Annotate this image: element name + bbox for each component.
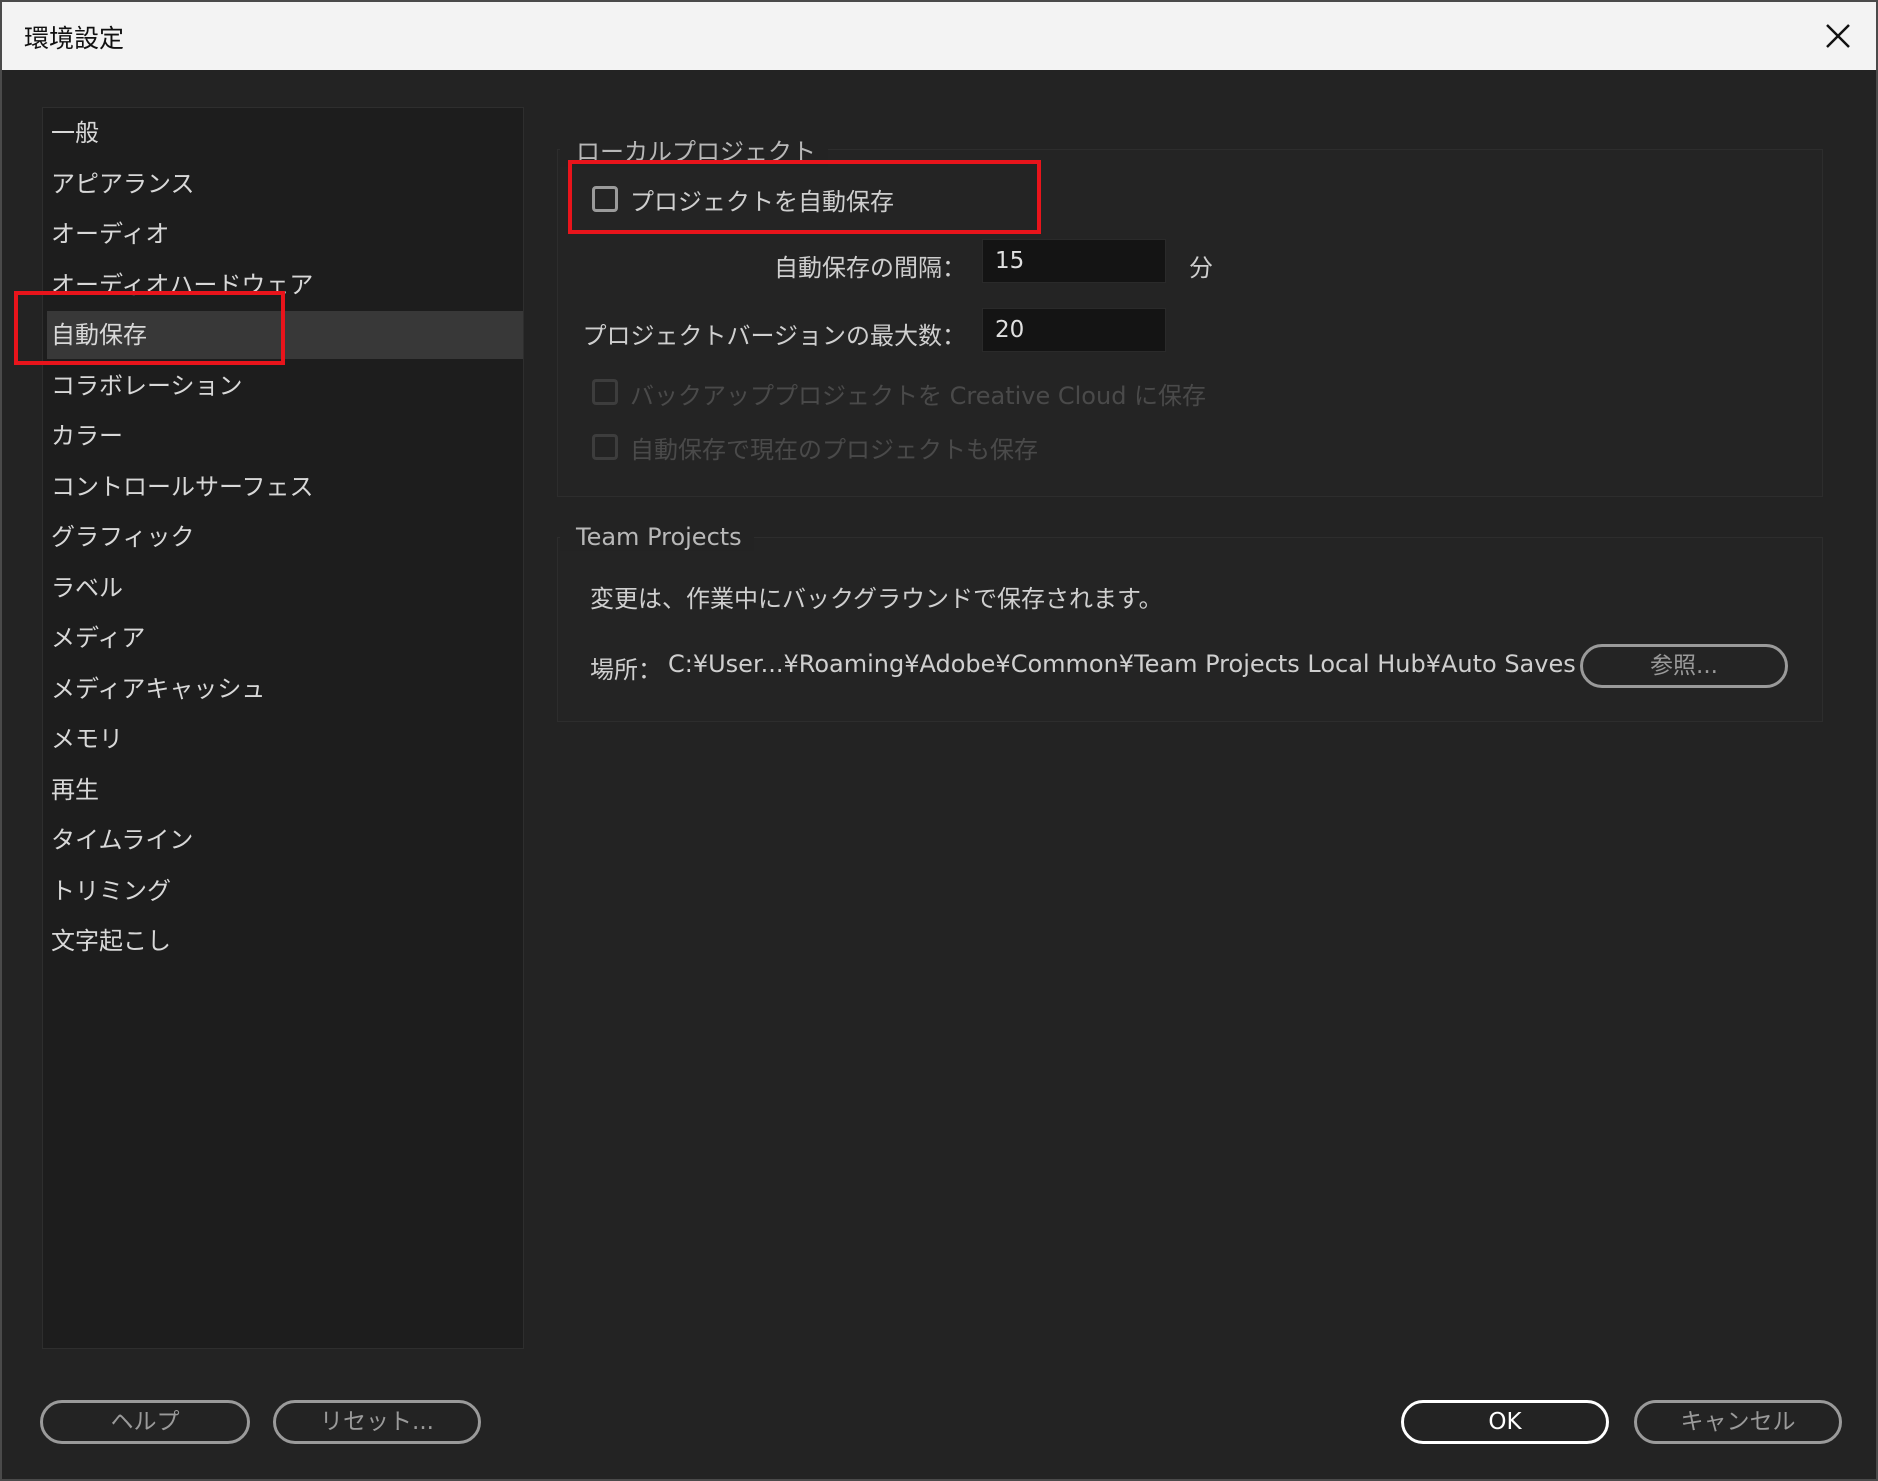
sidebar-item-9[interactable]: ラベル xyxy=(47,564,523,612)
sidebar-item-2[interactable]: オーディオ xyxy=(47,210,523,258)
preferences-category-list: 一般アピアランス オーディオオーディオハードウェア 自動保存コラボレーション カラーコ… xyxy=(42,107,524,1349)
save-current-project-label: 自動保存で現在のプロジェクトも保存 xyxy=(630,436,1038,464)
sidebar-item-0[interactable]: 一般 xyxy=(47,109,523,157)
sidebar-item-label: メディア xyxy=(51,624,146,652)
sidebar-item-label: メモリ xyxy=(51,725,123,753)
ok-button[interactable]: OK xyxy=(1401,1400,1609,1444)
location-label: 場所： xyxy=(590,656,662,684)
max-versions-label: プロジェクトバージョンの最大数： xyxy=(582,322,966,350)
save-current-project-checkbox[interactable] xyxy=(592,434,618,460)
team-projects-group xyxy=(557,537,1823,722)
auto-save-interval-input[interactable]: 15 xyxy=(982,239,1166,283)
sidebar-item-label: トリミング xyxy=(51,876,171,905)
sidebar-item-16[interactable]: 文字起こし xyxy=(47,917,523,965)
sidebar-item-label: コントロールサーフェス xyxy=(51,472,314,501)
sidebar-item-label: アピアランス xyxy=(51,169,195,198)
auto-save-interval-label: 自動保存の間隔： xyxy=(774,254,966,282)
sidebar-item-label: 自動保存 xyxy=(51,321,147,349)
local-project-group-title: ローカルプロジェクト xyxy=(560,132,828,167)
sidebar-item-label: タイムライン xyxy=(51,826,194,854)
preferences-dialog: 環境設定 一般アピアランス オーディオオーディオハードウェア 自動保存コラボレーショ… xyxy=(0,0,1878,1481)
reset-button[interactable]: リセット... xyxy=(273,1400,481,1444)
sidebar-item-5[interactable]: コラボレーション xyxy=(47,362,523,410)
sidebar-item-label: 再生 xyxy=(51,775,99,804)
close-button[interactable] xyxy=(1810,8,1866,64)
sidebar-item-3[interactable]: オーディオハードウェア xyxy=(47,261,523,309)
sidebar-item-11[interactable]: メディアキャッシュ xyxy=(47,665,523,713)
sidebar-item-label: ラベル xyxy=(51,573,123,602)
auto-save-project-checkbox[interactable] xyxy=(592,186,618,212)
sidebar-item-8[interactable]: グラフィック xyxy=(47,513,523,561)
sidebar-item-10[interactable]: メディア xyxy=(47,614,523,662)
sidebar-item-label: 一般 xyxy=(51,119,99,147)
auto-save-project-label[interactable]: プロジェクトを自動保存 xyxy=(630,182,894,217)
window-title: 環境設定 xyxy=(24,24,125,53)
backup-creative-cloud-checkbox[interactable] xyxy=(592,379,618,405)
sidebar-item-label: 文字起こし xyxy=(51,927,171,955)
sidebar-item-label: オーディオ xyxy=(51,220,170,248)
sidebar-item-label: グラフィック xyxy=(51,523,195,551)
sidebar-item-label: オーディオハードウェア xyxy=(51,270,314,299)
sidebar-item-12[interactable]: メモリ xyxy=(47,715,523,763)
sidebar-item-15[interactable]: トリミング xyxy=(47,867,523,915)
interval-unit-label: 分 xyxy=(1189,254,1213,282)
max-versions-input[interactable]: 20 xyxy=(982,308,1166,352)
sidebar-item-1[interactable]: アピアランス xyxy=(47,160,523,208)
browse-button[interactable]: 参照... xyxy=(1580,644,1788,688)
team-projects-group-title: Team Projects xyxy=(560,523,754,551)
cancel-button[interactable]: キャンセル xyxy=(1634,1400,1842,1444)
sidebar-item-7[interactable]: コントロールサーフェス xyxy=(47,463,523,511)
help-button[interactable]: ヘルプ xyxy=(40,1400,250,1444)
close-icon xyxy=(1826,24,1850,48)
sidebar-item-label: コラボレーション xyxy=(51,371,243,400)
sidebar-item-14[interactable]: タイムライン xyxy=(47,816,523,864)
backup-creative-cloud-label: バックアッププロジェクトを Creative Cloud に保存 xyxy=(630,382,1207,410)
sidebar-item-label: カラー xyxy=(51,422,123,450)
sidebar-item-6[interactable]: カラー xyxy=(47,412,523,460)
sidebar-item-13[interactable]: 再生 xyxy=(47,766,523,814)
title-bar: 環境設定 xyxy=(2,2,1876,70)
location-path: C:¥User...¥Roaming¥Adobe¥Common¥Team Pro… xyxy=(668,650,1576,678)
sidebar-item-label: メディアキャッシュ xyxy=(51,674,266,703)
team-projects-description: 変更は、作業中にバックグラウンドで保存されます。 xyxy=(590,585,1163,613)
sidebar-item-4[interactable]: 自動保存 xyxy=(47,311,523,359)
